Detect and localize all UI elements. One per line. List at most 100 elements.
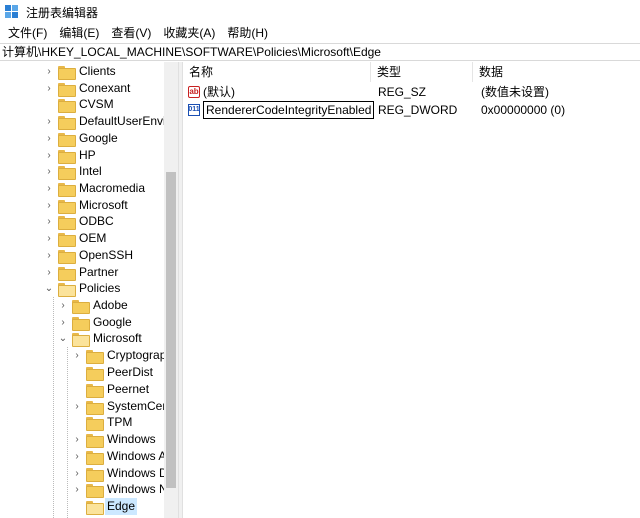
value-row-default[interactable]: ab (默认) REG_SZ (数值未设置) — [183, 83, 640, 101]
tree-item-google[interactable]: › Google — [44, 130, 118, 147]
chevron-right-icon[interactable]: › — [44, 216, 54, 227]
folder-icon — [72, 299, 90, 314]
tree-item-policies[interactable]: ⌄ Policies — [44, 280, 120, 297]
menu-file[interactable]: 文件(F) — [2, 24, 53, 43]
folder-icon — [86, 483, 104, 498]
column-header-data[interactable]: 数据 — [473, 62, 640, 82]
address-bar[interactable]: 计算机\HKEY_LOCAL_MACHINE\SOFTWARE\Policies… — [0, 43, 640, 61]
value-row-renderer[interactable]: 011 RendererCodeIntegrityEnabled REG_DWO… — [183, 101, 640, 119]
title-bar: 注册表编辑器 — [0, 0, 640, 24]
tree-item-label: Adobe — [93, 298, 128, 312]
registry-editor-window: 注册表编辑器 文件(F) 编辑(E) 查看(V) 收藏夹(A) 帮助(H) 计算… — [0, 0, 640, 518]
folder-icon — [86, 467, 104, 482]
tree-item-label: Microsoft — [79, 198, 128, 212]
menu-edit[interactable]: 编辑(E) — [53, 24, 105, 43]
tree-item-macromedia[interactable]: › Macromedia — [44, 180, 145, 197]
value-name: (默认) — [203, 85, 235, 99]
tree-item-hp[interactable]: › HP — [44, 147, 96, 164]
chevron-right-icon[interactable]: › — [44, 200, 54, 211]
chevron-right-icon[interactable]: › — [72, 484, 82, 495]
tree-scrollbar[interactable] — [164, 62, 178, 518]
tree-item-microsoft[interactable]: › Microsoft — [44, 197, 128, 214]
folder-icon — [58, 82, 76, 97]
tree-guide-line — [67, 347, 68, 518]
menu-view[interactable]: 查看(V) — [105, 24, 157, 43]
chevron-right-icon[interactable]: › — [44, 66, 54, 77]
chevron-right-icon[interactable]: › — [58, 300, 68, 311]
tree-item-intel[interactable]: › Intel — [44, 163, 102, 180]
tree-item-windows[interactable]: › Windows — [72, 431, 156, 448]
tree-item-adobe[interactable]: › Adobe — [58, 297, 128, 314]
folder-icon — [58, 132, 76, 147]
folder-icon — [58, 165, 76, 180]
chevron-right-icon[interactable]: › — [44, 233, 54, 244]
chevron-right-icon[interactable]: › — [72, 468, 82, 479]
tree-item-policies-google[interactable]: › Google — [58, 314, 132, 331]
tree-item-policies-microsoft[interactable]: ⌄ Microsoft — [58, 330, 142, 347]
chevron-right-icon[interactable]: › — [72, 451, 82, 462]
chevron-right-icon[interactable]: › — [44, 83, 54, 94]
tree-item-tpm[interactable]: › TPM — [72, 414, 132, 431]
folder-open-icon — [72, 332, 90, 347]
folder-icon — [58, 232, 76, 247]
value-name-cell: ab (默认) — [183, 83, 373, 101]
registry-editor-icon — [4, 4, 20, 20]
tree-item-cryptography[interactable]: › Cryptograph — [72, 347, 173, 364]
chevron-right-icon[interactable]: › — [44, 150, 54, 161]
tree-item-partner[interactable]: › Partner — [44, 264, 118, 281]
column-header-name[interactable]: 名称 — [183, 62, 371, 82]
tree-item-windows-defender[interactable]: › Windows Def — [72, 465, 178, 482]
tree-item-odbc[interactable]: › ODBC — [44, 213, 114, 230]
chevron-right-icon[interactable]: › — [72, 401, 82, 412]
tree-item-label: HP — [79, 148, 96, 162]
chevron-right-icon[interactable]: › — [44, 250, 54, 261]
tree-item-edge[interactable]: › Edge — [72, 498, 138, 515]
value-type: REG_SZ — [378, 85, 427, 99]
folder-icon — [58, 65, 76, 80]
value-data: 0x00000000 (0) — [481, 103, 566, 117]
folder-icon — [58, 266, 76, 281]
values-list: 名称 类型 数据 ab (默认) REG_SZ (数值未设置) 011 Rend… — [183, 62, 640, 518]
chevron-down-icon[interactable]: ⌄ — [44, 283, 54, 294]
tree-item-peerdist[interactable]: › PeerDist — [72, 364, 153, 381]
tree-scrollbar-thumb[interactable] — [166, 172, 176, 488]
tree-item-label: Microsoft — [93, 331, 142, 345]
chevron-right-icon[interactable]: › — [44, 267, 54, 278]
chevron-down-icon[interactable]: ⌄ — [58, 333, 68, 344]
tree-item-label: Policies — [79, 281, 121, 295]
chevron-right-icon[interactable]: › — [44, 133, 54, 144]
tree-item-label: Google — [93, 315, 132, 329]
tree-item-conexant[interactable]: › Conexant — [44, 80, 130, 97]
string-value-icon: ab — [188, 86, 200, 98]
list-header: 名称 类型 数据 — [183, 62, 640, 82]
folder-icon — [86, 383, 104, 398]
tree-item-systemcertificates[interactable]: › SystemCertifi — [72, 398, 178, 415]
folder-icon — [58, 98, 76, 113]
tree-item-peernet[interactable]: › Peernet — [72, 381, 149, 398]
tree-item-oem[interactable]: › OEM — [44, 230, 106, 247]
tree-item-clients[interactable]: › Clients — [44, 63, 116, 80]
tree-item-label: Clients — [79, 64, 116, 78]
tree-item-cvsm[interactable]: › CVSM — [44, 96, 114, 113]
folder-icon — [86, 366, 104, 381]
chevron-right-icon[interactable]: › — [44, 183, 54, 194]
menu-favorites[interactable]: 收藏夹(A) — [157, 24, 221, 43]
menu-bar: 文件(F) 编辑(E) 查看(V) 收藏夹(A) 帮助(H) — [0, 24, 640, 43]
tree-item-openssh[interactable]: › OpenSSH — [44, 247, 133, 264]
tree-item-label: Conexant — [79, 81, 131, 95]
tree-item-defaultuserenvironment[interactable]: › DefaultUserEnviror — [44, 113, 178, 130]
rename-edit-box[interactable]: RendererCodeIntegrityEnabled — [203, 101, 375, 119]
folder-icon — [86, 349, 104, 364]
tree-item-windows-advanced[interactable]: › Windows Adv — [72, 448, 178, 465]
registry-tree: › Clients › Conexant › CVSM › DefaultUse… — [0, 62, 178, 518]
menu-help[interactable]: 帮助(H) — [221, 24, 274, 43]
folder-icon — [58, 199, 76, 214]
column-header-type[interactable]: 类型 — [371, 62, 473, 82]
chevron-right-icon[interactable]: › — [72, 350, 82, 361]
chevron-right-icon[interactable]: › — [44, 116, 54, 127]
value-data: (数值未设置) — [481, 85, 549, 99]
chevron-right-icon[interactable]: › — [72, 434, 82, 445]
chevron-right-icon[interactable]: › — [58, 317, 68, 328]
tree-item-windows-nt[interactable]: › Windows NT — [72, 481, 175, 498]
chevron-right-icon[interactable]: › — [44, 166, 54, 177]
